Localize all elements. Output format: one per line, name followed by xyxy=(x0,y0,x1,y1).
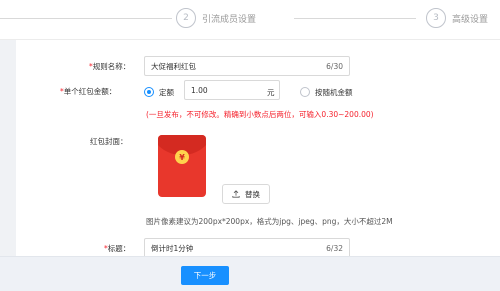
fixed-amount-label: 定额 xyxy=(159,88,174,97)
step-3-label: 高级设置 xyxy=(452,15,489,25)
step-bar: 2 引流成员设置 3 高级设置 xyxy=(0,0,500,40)
title-value: 倒计时1分钟 xyxy=(151,243,194,253)
step-2-label: 引流成员设置 xyxy=(202,15,257,25)
step-2-number: 2 xyxy=(176,8,196,28)
cover-label: 红包封面： xyxy=(90,137,128,146)
step-connector xyxy=(294,18,416,19)
replace-cover-button[interactable]: 替换 xyxy=(222,184,270,204)
amount-value: 1.00 xyxy=(191,85,208,95)
amount-unit: 元 xyxy=(267,88,275,97)
rule-name-input[interactable]: 大促福利红包 6/30 xyxy=(144,56,350,76)
rule-name-counter: 6/30 xyxy=(326,61,343,71)
random-amount-label: 按随机金额 xyxy=(315,88,353,97)
amount-input[interactable]: 1.00 xyxy=(184,80,280,100)
title-input[interactable]: 倒计时1分钟 6/32 xyxy=(144,238,350,258)
fixed-amount-radio[interactable] xyxy=(144,87,154,97)
title-label: *标题： xyxy=(104,244,131,253)
next-step-button[interactable]: 下一步 xyxy=(181,266,229,285)
rule-name-value: 大促福利红包 xyxy=(151,61,196,71)
title-counter: 6/32 xyxy=(326,243,343,253)
yuan-coin-icon: ¥ xyxy=(175,150,189,164)
step-3-number: 3 xyxy=(426,8,446,28)
footer-bar: 下一步 xyxy=(0,256,500,291)
rule-name-label: *规则名称： xyxy=(89,62,131,71)
cover-hint: 图片像素建议为200px*200px，格式为jpg、jpeg、png，大小不超过… xyxy=(146,217,393,226)
random-amount-radio[interactable] xyxy=(300,87,310,97)
upload-icon xyxy=(232,190,240,198)
step-connector xyxy=(0,18,172,19)
amount-label: *单个红包金额： xyxy=(60,87,117,96)
red-packet-cover-image: ¥ xyxy=(158,135,206,197)
amount-hint: (一旦发布，不可修改。精确到小数点后两位，可输入0.30~200.00) xyxy=(146,110,374,119)
form-card: *规则名称： 大促福利红包 6/30 *单个红包金额： 定额 1.00 元 按随… xyxy=(16,40,500,258)
replace-label: 替换 xyxy=(245,189,260,199)
